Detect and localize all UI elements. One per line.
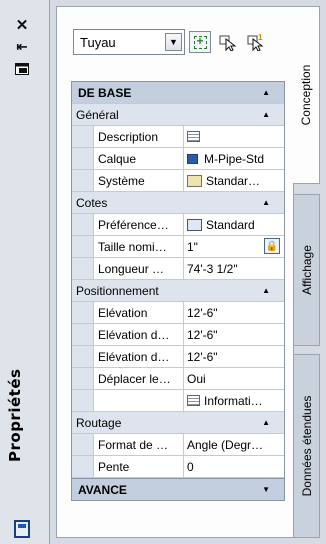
info-icon[interactable] [187, 395, 200, 406]
property-row[interactable]: Elévation 12'-6" [72, 302, 284, 324]
select-objects-button[interactable] [217, 31, 239, 53]
object-type-value: Tuyau [80, 34, 116, 50]
property-name-format: Format de … [94, 434, 184, 455]
property-value-elevation[interactable]: 12'-6" [184, 302, 284, 323]
pickadd-toggle-icon: 1 [247, 33, 264, 51]
property-name-info [94, 390, 184, 411]
chevron-down-icon[interactable]: ▼ [165, 33, 182, 51]
group-general-label: Général [76, 107, 119, 122]
group-cotes-label: Cotes [76, 195, 108, 210]
property-row[interactable]: Elévation d… 12'-6" [72, 346, 284, 368]
category-advanced-label: AVANCE [78, 482, 127, 497]
property-name-slope: Pente [94, 456, 184, 477]
property-row[interactable]: Taille nomi… 1" 🔒 [72, 236, 284, 258]
property-name-preference: Préférence… [94, 214, 184, 235]
property-name-elevation: Elévation [94, 302, 184, 323]
property-name-system: Système [94, 170, 184, 191]
property-row[interactable]: Déplacer le… Oui [72, 368, 284, 390]
properties-panel: Tuyau ▼ 1 DE BASE ▲ Général ▲ Descriptio… [56, 6, 294, 538]
group-routage[interactable]: Routage ▲ [72, 412, 284, 434]
property-row[interactable]: Description [72, 126, 284, 148]
property-name-nominal-size: Taille nomi… [94, 236, 184, 257]
property-row[interactable]: Préférence… Standard [72, 214, 284, 236]
collapse-icon[interactable]: ▲ [262, 88, 270, 97]
collapse-icon[interactable]: ▲ [262, 198, 270, 207]
palette-tabs: Conception Affichage Données étendues [293, 6, 320, 538]
object-type-dropdown[interactable]: Tuyau ▼ [73, 29, 185, 55]
property-value-move[interactable]: Oui [184, 368, 284, 389]
property-name-move: Déplacer le… [94, 368, 184, 389]
property-value-system[interactable]: Standar… [184, 170, 284, 191]
close-icon[interactable]: ✕ [12, 16, 32, 34]
quick-select-button[interactable] [189, 31, 211, 53]
property-row[interactable]: Informati… [72, 390, 284, 412]
quick-select-icon [193, 34, 207, 49]
tab-conception[interactable]: Conception [293, 6, 320, 184]
property-value-format[interactable]: Angle (Degr… [184, 434, 284, 455]
properties-palette-icon[interactable] [14, 520, 30, 538]
property-row[interactable]: Format de … Angle (Degr… [72, 434, 284, 456]
property-grid: DE BASE ▲ Général ▲ Description Calque M… [71, 81, 285, 501]
collapse-icon[interactable]: ▲ [262, 418, 270, 427]
group-positionnement[interactable]: Positionnement ▲ [72, 280, 284, 302]
property-name-layer: Calque [94, 148, 184, 169]
category-basic[interactable]: DE BASE ▲ [72, 82, 284, 104]
preference-icon [187, 218, 202, 231]
category-basic-label: DE BASE [78, 85, 132, 100]
property-value-description[interactable] [184, 126, 284, 147]
property-row[interactable]: Calque M-Pipe-Std [72, 148, 284, 170]
tab-affichage[interactable]: Affichage [294, 194, 320, 346]
property-value-elevation-end[interactable]: 12'-6" [184, 346, 284, 367]
property-row[interactable]: Elévation d… 12'-6" [72, 324, 284, 346]
property-value-elevation-start[interactable]: 12'-6" [184, 324, 284, 345]
property-value-layer[interactable]: M-Pipe-Std [184, 148, 284, 169]
property-name-elevation-end: Elévation d… [94, 346, 184, 367]
layer-color-icon [187, 153, 198, 164]
group-general[interactable]: Général ▲ [72, 104, 284, 126]
property-value-length[interactable]: 74'-3 1/2" [184, 258, 284, 279]
property-value-nominal-size[interactable]: 1" 🔒 [184, 236, 284, 257]
property-value-slope[interactable]: 0 [184, 456, 284, 477]
group-position-label: Positionnement [76, 283, 159, 298]
select-objects-icon [219, 35, 237, 51]
lock-icon[interactable]: 🔒 [264, 238, 280, 254]
autohide-icon[interactable]: ⇤ [12, 38, 32, 56]
description-icon[interactable] [187, 131, 200, 142]
property-row[interactable]: Longueur … 74'-3 1/2" [72, 258, 284, 280]
expand-icon[interactable]: ▼ [262, 485, 270, 494]
system-icon [187, 174, 202, 187]
group-routage-label: Routage [76, 415, 122, 430]
palette-title: Propriétés [6, 368, 24, 462]
properties-menu-icon[interactable] [12, 60, 32, 78]
property-name-description: Description [94, 126, 184, 147]
palette-title-strip: ✕ ⇤ Propriétés [0, 0, 50, 544]
property-name-length: Longueur … [94, 258, 184, 279]
collapse-icon[interactable]: ▲ [262, 110, 270, 119]
property-row[interactable]: Système Standar… [72, 170, 284, 192]
group-cotes[interactable]: Cotes ▲ [72, 192, 284, 214]
svg-text:1: 1 [258, 33, 263, 42]
tab-donnees-etendues[interactable]: Données étendues [294, 354, 320, 538]
property-name-elevation-start: Elévation d… [94, 324, 184, 345]
collapse-icon[interactable]: ▲ [262, 286, 270, 295]
property-row[interactable]: Pente 0 [72, 456, 284, 478]
category-advanced[interactable]: AVANCE ▼ [72, 478, 284, 500]
property-value-info[interactable]: Informati… [184, 390, 284, 411]
pickadd-toggle-button[interactable]: 1 [245, 31, 267, 53]
property-value-preference[interactable]: Standard [184, 214, 284, 235]
